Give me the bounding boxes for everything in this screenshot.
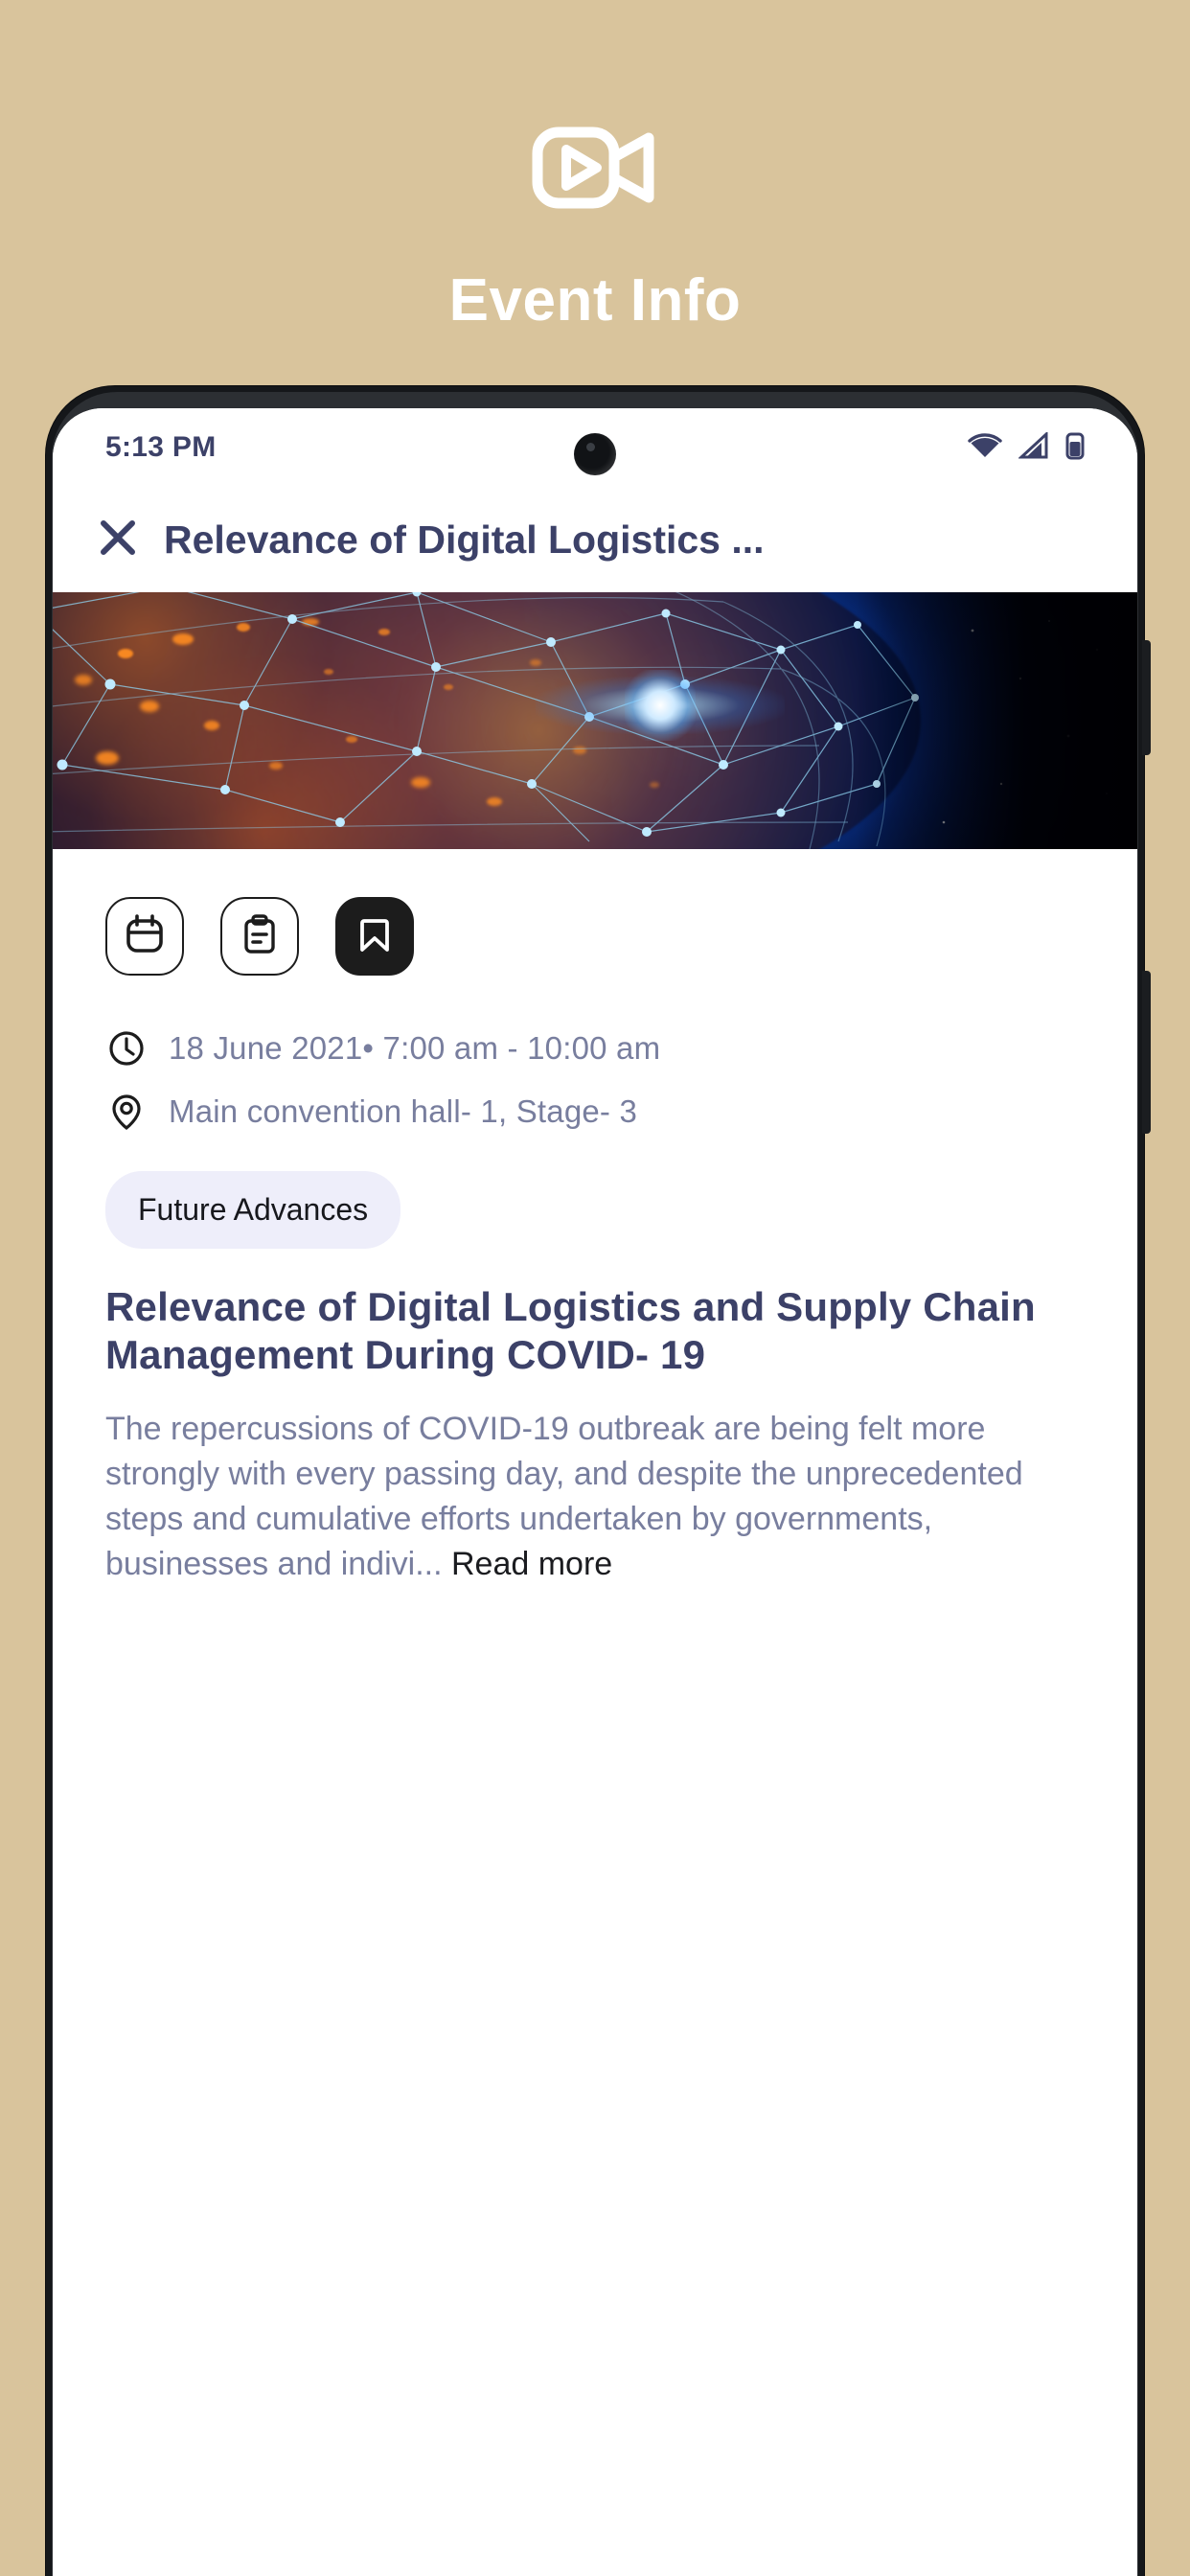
phone-screen: 5:13 PM Relevance of Digital Logistics .… xyxy=(53,408,1137,2576)
volume-button[interactable] xyxy=(1142,971,1151,1134)
status-bar: 5:13 PM xyxy=(53,408,1137,487)
clock-icon xyxy=(105,1027,148,1070)
wifi-icon xyxy=(968,432,1002,464)
agenda-button[interactable] xyxy=(220,897,299,976)
event-title: Relevance of Digital Logistics and Suppl… xyxy=(105,1284,1036,1377)
front-camera xyxy=(574,433,616,475)
cellular-signal-icon xyxy=(1018,430,1049,464)
bookmark-button[interactable] xyxy=(335,897,414,976)
event-location: Main convention hall- 1, Stage- 3 xyxy=(169,1093,638,1129)
app-bar: Relevance of Digital Logistics ... xyxy=(53,487,1137,592)
event-datetime: 18 June 2021• 7:00 am - 10:00 am xyxy=(169,1030,661,1066)
bookmark-icon xyxy=(353,912,397,961)
event-location-row: Main convention hall- 1, Stage- 3 xyxy=(105,1091,1085,1133)
clipboard-icon xyxy=(238,912,282,961)
app-bar-title: Relevance of Digital Logistics ... xyxy=(164,517,765,562)
status-time: 5:13 PM xyxy=(105,431,217,463)
calendar-icon xyxy=(123,912,167,961)
video-camera-play-icon xyxy=(528,115,662,220)
location-pin-icon xyxy=(105,1091,148,1133)
status-icons xyxy=(968,430,1085,465)
close-icon xyxy=(96,516,140,564)
phone-frame: 5:13 PM Relevance of Digital Logistics .… xyxy=(46,386,1151,2576)
read-more-link[interactable]: Read more xyxy=(451,1546,612,1582)
event-datetime-row: 18 June 2021• 7:00 am - 10:00 am xyxy=(105,1027,1085,1070)
battery-icon xyxy=(1065,431,1085,465)
page-title: Event Info xyxy=(448,267,742,334)
event-description: The repercussions of COVID-19 outbreak a… xyxy=(105,1407,1085,1587)
event-hero-image xyxy=(53,592,1137,849)
action-button-row xyxy=(105,897,1085,976)
close-button[interactable] xyxy=(89,511,147,568)
power-button[interactable] xyxy=(1142,640,1151,755)
calendar-button[interactable] xyxy=(105,897,184,976)
event-content: 18 June 2021• 7:00 am - 10:00 am Main co… xyxy=(53,897,1137,1587)
category-chip[interactable]: Future Advances xyxy=(105,1171,401,1249)
